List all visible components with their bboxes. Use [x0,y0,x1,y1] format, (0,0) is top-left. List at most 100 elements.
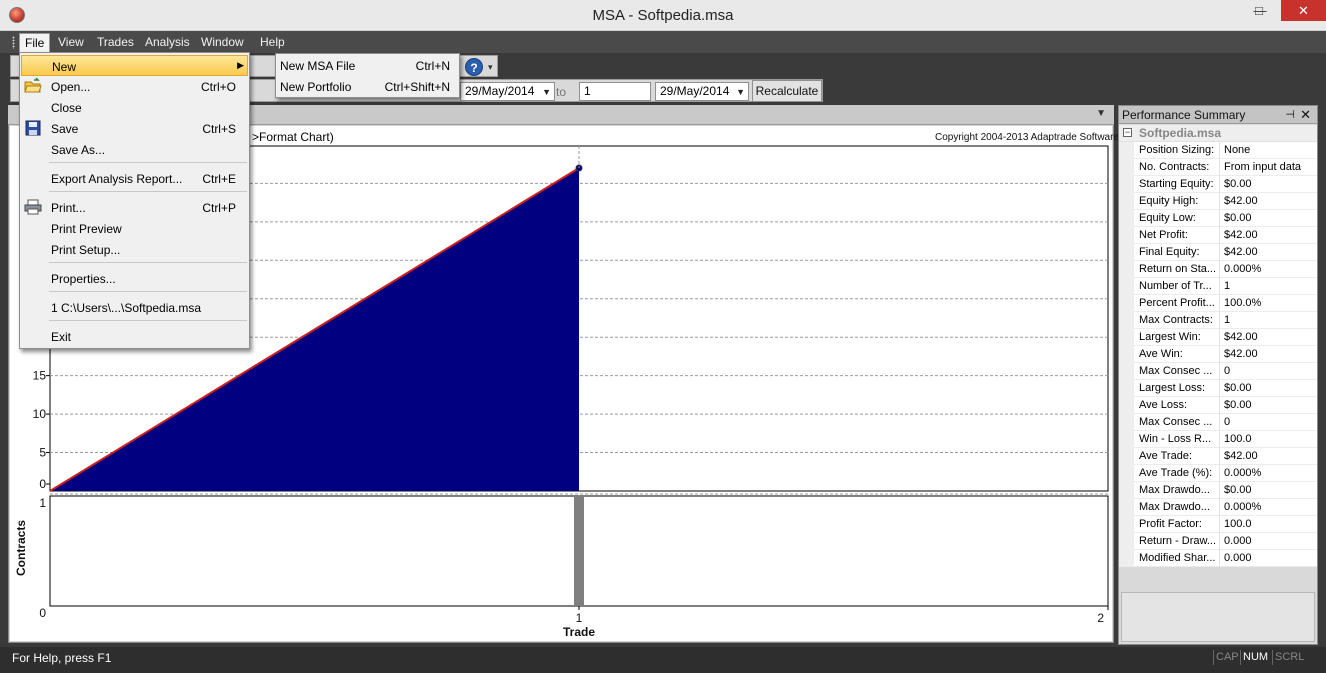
file-menu-exit[interactable]: Exit [21,326,248,347]
new-msa-file-item[interactable]: New MSA File Ctrl+N [280,56,456,76]
file-menu-print-preview[interactable]: Print Preview [21,218,248,239]
perf-row[interactable]: Max Consec ... 0 [1119,363,1317,380]
perf-row-label: Return - Draw... [1139,535,1217,547]
contracts-bar [574,496,584,606]
perf-row[interactable]: Max Consec ... 0 [1119,414,1317,431]
perf-row-value: 0.000% [1219,261,1317,278]
perf-row-gutter [1119,482,1134,499]
perf-row[interactable]: Max Drawdo... 0.000% [1119,499,1317,516]
new-msa-file-shortcut: Ctrl+N [415,59,450,73]
file-menu-save[interactable]: Save Ctrl+S [21,118,248,139]
perf-row-label: Equity High: [1139,195,1199,207]
perf-row[interactable]: No. Contracts: From input data [1119,159,1317,176]
perf-row-label: Final Equity: [1139,246,1200,258]
file-menu-save-label: Save [51,122,79,136]
file-menu-new-label: New [52,60,77,74]
close-icon[interactable]: ✕ [1300,106,1311,124]
equity-ytick-label: 0 [39,477,46,491]
perf-row[interactable]: Equity High: $42.00 [1119,193,1317,210]
trade-axis-label: Trade [563,625,595,639]
perf-row[interactable]: Max Drawdo... $0.00 [1119,482,1317,499]
perf-row[interactable]: Percent Profit... 100.0% [1119,295,1317,312]
perf-row-gutter [1119,227,1134,244]
perf-row-label: Ave Trade (%): [1139,467,1213,479]
file-menu-print[interactable]: Print... Ctrl+P [21,197,248,218]
menu-separator [49,162,247,163]
new-portfolio-item[interactable]: New Portfolio Ctrl+Shift+N [280,77,456,97]
file-menu-recent-1[interactable]: 1 C:\Users\...\Softpedia.msa [21,297,248,318]
perf-row-value: $0.00 [1219,380,1317,397]
file-menu-new[interactable]: New ▶ [21,55,248,76]
perf-row-value: $42.00 [1219,346,1317,363]
perf-row-value: $42.00 [1219,227,1317,244]
perf-row-gutter [1119,346,1134,363]
file-menu-print-setup-label: Print Setup... [51,243,121,257]
perf-row-gutter [1119,363,1134,380]
perf-row[interactable]: Return - Draw... 0.000 [1119,533,1317,550]
perf-row[interactable]: Ave Win: $42.00 [1119,346,1317,363]
perf-row-gutter [1119,380,1134,397]
perf-row-value: 0 [1219,414,1317,431]
file-menu-save-as-label: Save As... [51,143,106,157]
perf-row-gutter [1119,533,1134,550]
perf-row[interactable]: Position Sizing: None [1119,142,1317,159]
perf-row-label: Max Consec ... [1139,416,1213,428]
file-menu-export-label: Export Analysis Report... [51,172,183,186]
perf-row[interactable]: Net Profit: $42.00 [1119,227,1317,244]
file-menu-open-shortcut: Ctrl+O [200,80,236,94]
perf-row[interactable]: Modified Shar... 0.000 [1119,550,1317,567]
perf-row-label: No. Contracts: [1139,161,1210,173]
performance-grid: − Softpedia.msa Position Sizing: None No. … [1119,125,1317,567]
perf-row[interactable]: Win - Loss R... 100.0 [1119,431,1317,448]
perf-row-label: Net Profit: [1139,229,1188,241]
close-window-button[interactable]: ✕ [1281,0,1326,21]
new-portfolio-shortcut: Ctrl+Shift+N [384,80,450,94]
collapse-icon[interactable]: − [1123,128,1132,137]
perf-row[interactable]: Largest Win: $42.00 [1119,329,1317,346]
perf-row-value: None [1219,142,1317,159]
perf-row[interactable]: Final Equity: $42.00 [1119,244,1317,261]
perf-row-value: 100.0% [1219,295,1317,312]
pin-icon[interactable]: ⊣ [1285,106,1295,124]
perf-row[interactable]: Max Contracts: 1 [1119,312,1317,329]
perf-row-label: Equity Low: [1139,212,1196,224]
perf-row[interactable]: Ave Trade (%): 0.000% [1119,465,1317,482]
file-menu-properties-label: Properties... [51,272,116,286]
perf-row-gutter [1119,431,1134,448]
perf-description-box [1121,592,1315,642]
perf-row[interactable]: Ave Trade: $42.00 [1119,448,1317,465]
file-menu-close[interactable]: Close [21,97,248,118]
perf-category[interactable]: − Softpedia.msa [1119,125,1317,142]
perf-row-label: Ave Loss: [1139,399,1188,411]
perf-row-value: 0.000% [1219,465,1317,482]
file-menu-properties[interactable]: Properties... [21,268,248,289]
perf-row-label: Number of Tr... [1139,280,1212,292]
file-menu-save-shortcut: Ctrl+S [202,122,236,136]
perf-row-value: $0.00 [1219,176,1317,193]
perf-row-gutter [1119,329,1134,346]
file-menu-close-label: Close [51,101,82,115]
printer-icon [24,199,42,215]
file-menu-save-as[interactable]: Save As... [21,139,248,160]
perf-row[interactable]: Return on Sta... 0.000% [1119,261,1317,278]
menu-separator [49,191,247,192]
perf-row[interactable]: Starting Equity: $0.00 [1119,176,1317,193]
perf-row-value: $42.00 [1219,329,1317,346]
perf-row-gutter [1119,210,1134,227]
perf-row[interactable]: Largest Loss: $0.00 [1119,380,1317,397]
perf-row[interactable]: Profit Factor: 100.0 [1119,516,1317,533]
maximize-button[interactable]: □ [1246,0,1272,21]
perf-row-value: $0.00 [1219,210,1317,227]
perf-row-gutter [1119,312,1134,329]
perf-row-label: Win - Loss R... [1139,433,1212,445]
file-menu-export[interactable]: Export Analysis Report... Ctrl+E [21,168,248,189]
perf-row[interactable]: Number of Tr... 1 [1119,278,1317,295]
file-menu-print-setup[interactable]: Print Setup... [21,239,248,260]
file-menu-dropdown: New ▶ Open... Ctrl+O Close Save Ctrl+S S… [19,52,250,349]
perf-category-name: Softpedia.msa [1139,126,1222,140]
perf-row-value: 1 [1219,278,1317,295]
equity-ytick-label: 10 [33,407,47,421]
file-menu-open[interactable]: Open... Ctrl+O [21,76,248,97]
perf-row[interactable]: Equity Low: $0.00 [1119,210,1317,227]
perf-row[interactable]: Ave Loss: $0.00 [1119,397,1317,414]
